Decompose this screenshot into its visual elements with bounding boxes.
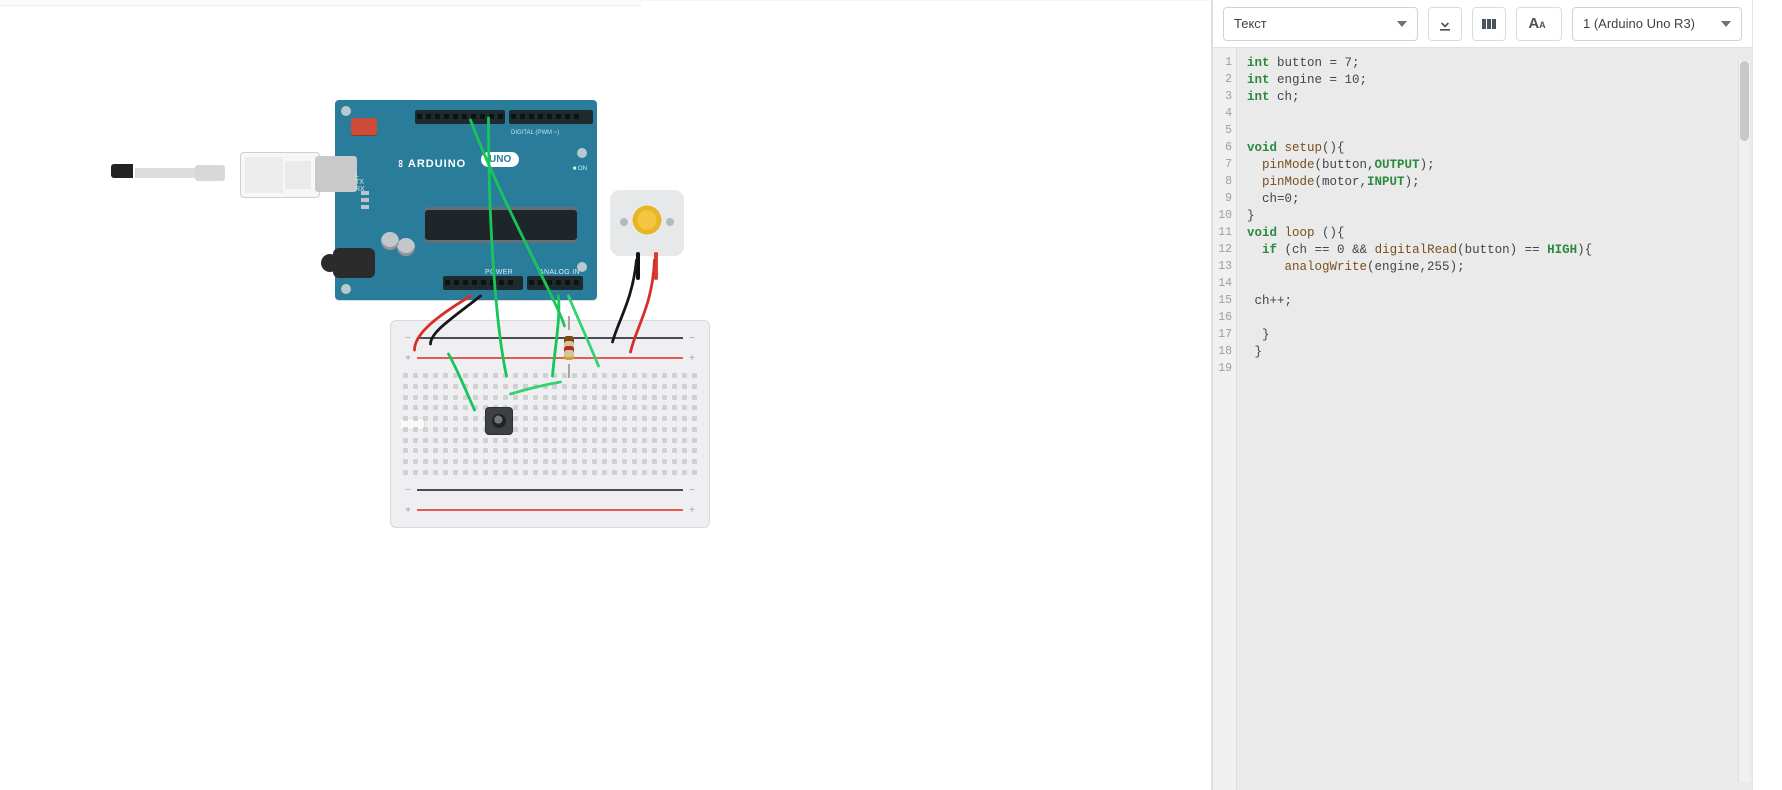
arduino-on-label: ■ ON [573, 166, 587, 172]
component-dc-motor[interactable] [610, 190, 684, 256]
toolbar-fragment [0, 0, 641, 6]
arduino-uno-label: UNO [481, 152, 519, 167]
arduino-reset-button[interactable] [351, 118, 377, 136]
arduino-digital-pins-a[interactable] [415, 110, 505, 124]
board-select-label: 1 (Arduino Uno R3) [1583, 16, 1695, 31]
arduino-power-label: POWER [485, 269, 513, 276]
code-mode-label: Текст [1234, 16, 1267, 31]
download-icon [1437, 16, 1453, 32]
arduino-digital-label: DIGITAL (PWM ~) [511, 130, 559, 136]
usb-connector[interactable] [240, 152, 320, 198]
arduino-power-pins[interactable] [443, 276, 523, 290]
library-icon [1481, 17, 1497, 31]
arduino-power-jack [333, 248, 375, 278]
editor-scrollbar[interactable] [1738, 60, 1750, 782]
code-lines[interactable]: int button = 7;int engine = 10;int ch;vo… [1237, 48, 1602, 790]
components-panel-collapsed[interactable] [1752, 0, 1782, 790]
component-arduino-uno[interactable]: ∞ ARDUINO UNO LTXRX DIGITAL (PWM ~) ■ ON… [335, 100, 597, 300]
motor-shaft-icon [630, 203, 664, 237]
chevron-down-icon [1397, 21, 1407, 27]
arduino-digital-pins-b[interactable] [509, 110, 593, 124]
arduino-mcu-chip [425, 210, 577, 240]
code-toolbar: Текст AA 1 (Arduino Uno R3) [1213, 0, 1752, 48]
chevron-down-icon [1721, 21, 1731, 27]
component-resistor[interactable] [564, 330, 574, 370]
board-select-dropdown[interactable]: 1 (Arduino Uno R3) [1572, 7, 1742, 41]
text-size-icon: AA [1528, 15, 1545, 32]
code-editor[interactable]: 12345678910111213141516171819 int button… [1213, 48, 1752, 790]
arduino-brand-label: ∞ ARDUINO [395, 158, 466, 170]
usb-cable[interactable] [135, 162, 193, 190]
arduino-analog-pins[interactable] [527, 276, 583, 290]
arduino-usb-port [315, 156, 357, 192]
arduino-txrx-label: LTXRX [355, 172, 365, 193]
component-pushbutton[interactable] [486, 408, 512, 434]
libraries-button[interactable] [1472, 7, 1506, 41]
arduino-analog-label: ANALOG IN [539, 269, 580, 276]
component-breadboard[interactable]: −− ++ −− ++ [390, 320, 710, 528]
circuit-canvas[interactable]: ∞ ARDUINO UNO LTXRX DIGITAL (PWM ~) ■ ON… [0, 0, 1212, 790]
text-size-button[interactable]: AA [1516, 7, 1562, 41]
code-panel: Текст AA 1 (Arduino Uno R3) 123456789101… [1212, 0, 1752, 790]
download-code-button[interactable] [1428, 7, 1462, 41]
code-mode-dropdown[interactable]: Текст [1223, 7, 1418, 41]
line-number-gutter: 12345678910111213141516171819 [1213, 48, 1237, 790]
